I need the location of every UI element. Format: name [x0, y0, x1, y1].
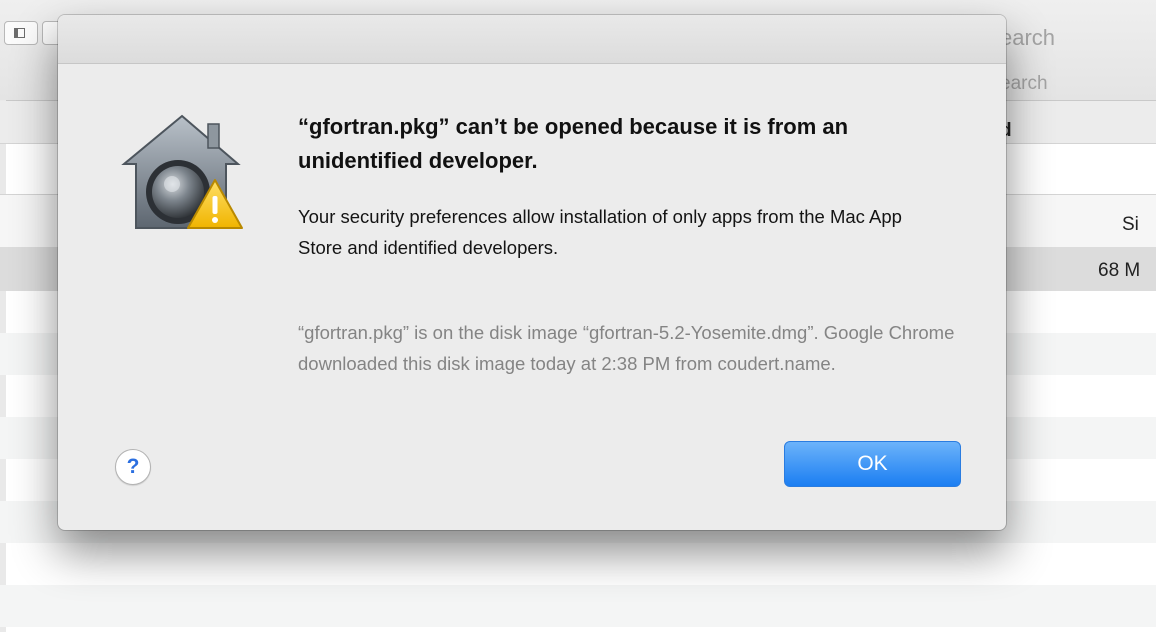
size-column-header[interactable]: Si [1122, 214, 1139, 236]
search-caption: earch [1000, 73, 1048, 94]
question-mark-icon: ? [126, 455, 140, 478]
dialog-message: Your security preferences allow installa… [298, 206, 902, 258]
ok-button[interactable]: OK [784, 441, 961, 487]
help-button[interactable]: ? [115, 449, 151, 485]
table-row[interactable] [0, 585, 1156, 627]
gatekeeper-warning-icon [118, 110, 246, 238]
alert-dialog: “gfortran.pkg” can’t be opened because i… [58, 15, 1006, 530]
row-size-value: 68 M [1098, 260, 1141, 281]
dialog-title: “gfortran.pkg” can’t be opened because i… [298, 114, 849, 173]
dialog-informative-text: “gfortran.pkg” is on the disk image “gfo… [298, 322, 955, 374]
search-field-label[interactable]: earch [1000, 25, 1055, 51]
dialog-titlebar [58, 15, 1006, 64]
sidebar-toggle-button[interactable] [4, 21, 38, 45]
